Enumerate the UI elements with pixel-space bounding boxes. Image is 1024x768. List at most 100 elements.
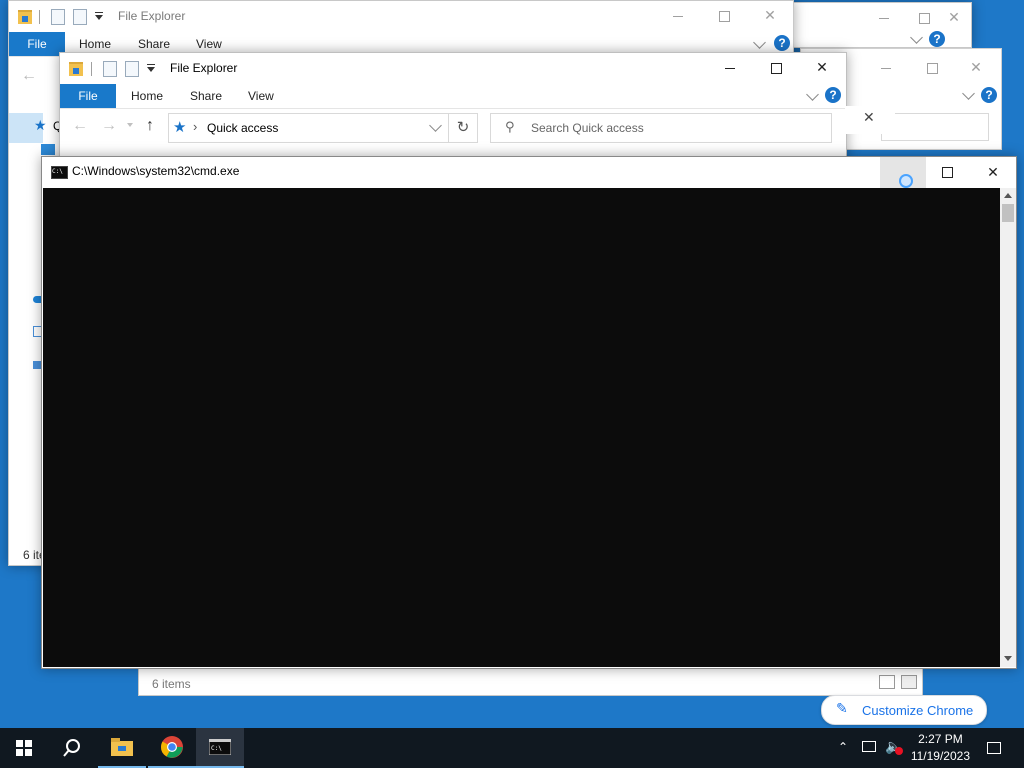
tab-file[interactable]: File [9,32,65,56]
chrome-icon [161,736,183,758]
chevron-down-icon[interactable] [910,31,923,44]
back-button[interactable]: ← [72,117,88,135]
console-text [43,188,1000,196]
desktop: { "explorer_back_right": { "title": "Fil… [0,0,1024,768]
search-box[interactable]: ⚲ Search Quick access [490,113,832,143]
up-button[interactable]: ↑ [146,117,154,135]
tab-share[interactable]: Share [188,84,224,108]
help-icon[interactable]: ? [774,35,790,51]
taskbar-file-explorer[interactable] [98,728,146,768]
breadcrumb-separator-icon: › [193,119,198,134]
chevron-down-icon[interactable] [806,88,819,101]
ribbon-tabs: ? [781,31,971,47]
help-icon[interactable]: ? [825,87,841,103]
file-explorer-icon [111,738,133,756]
file-explorer-window-back-right[interactable]: ? [780,2,972,48]
details-view-icon[interactable] [879,675,895,689]
pencil-icon: ✎ [836,700,848,716]
scroll-up-arrow-icon[interactable] [1004,193,1012,198]
refresh-icon: ↻ [456,119,470,136]
search-box[interactable] [881,113,989,141]
search-button[interactable] [48,728,96,768]
search-placeholder: Search Quick access [531,121,644,135]
taskbar-chrome[interactable] [148,728,196,768]
close-button[interactable] [953,53,999,83]
large-icons-view-icon[interactable] [901,675,917,689]
title-bar[interactable]: C:\ C:\Windows\system32\cmd.exe [42,157,1016,188]
window-title: C:\Windows\system32\cmd.exe [72,164,240,178]
close-icon[interactable]: ✕ [863,110,875,126]
close-button[interactable] [970,157,1016,188]
taskbar: C:\ ⌃ 🔈 2:27 PM 11/19/2023 [0,728,1024,768]
title-bar[interactable]: File Explorer [60,53,846,83]
scroll-down-arrow-icon[interactable] [1004,656,1012,661]
tab-file[interactable]: File [60,84,116,108]
quick-access-star-icon: ★ [34,117,47,133]
muted-badge-icon [895,747,903,755]
notifications-button[interactable] [974,728,1014,768]
ribbon-tabs: File Home Share View ? [60,84,846,109]
cmd-icon: C:\ [51,166,68,179]
quick-access-star-icon: ★ [173,119,187,136]
recent-locations-icon[interactable] [127,123,133,127]
title-bar[interactable]: File Explorer [9,1,793,31]
status-bar-text: 6 items [152,677,191,691]
search-icon: ⚲ [505,119,515,134]
minimize-button[interactable] [655,1,701,31]
tab-home[interactable]: Home [129,84,165,108]
address-bar[interactable]: ★ › Quick access [168,113,476,143]
folder-icon [18,10,32,24]
minimize-button[interactable] [707,53,753,83]
address-dropdown-icon[interactable] [429,119,442,132]
customize-chrome-button[interactable]: ✎ Customize Chrome [821,695,987,725]
cmd-icon: C:\ [209,739,231,755]
help-icon[interactable]: ? [929,31,945,47]
clock-date: 11/19/2023 [910,749,970,763]
maximize-button[interactable] [753,53,799,83]
separator [39,10,40,24]
window-title: File Explorer [118,9,186,23]
customize-toolbar-icon[interactable] [147,64,155,72]
console-area[interactable] [43,188,1000,667]
file-explorer-window-front[interactable]: File Explorer File Home Share View ? ← →… [59,52,847,162]
clock[interactable]: 2:27 PM 11/19/2023 [911,731,970,765]
cmd-window[interactable]: C:\ C:\Windows\system32\cmd.exe [41,156,1017,669]
show-hidden-icons-button[interactable]: ⌃ [838,740,848,754]
dialog-partial: ✕ [845,106,895,134]
folder-icon [69,62,83,76]
network-icon[interactable] [862,741,876,752]
clock-time: 2:27 PM [918,732,963,746]
minimize-button[interactable] [863,53,909,83]
desktop-folder-icon [41,144,55,155]
cursor-busy-icon [899,173,913,188]
breadcrumb[interactable]: Quick access [207,121,278,135]
maximize-button[interactable] [701,1,747,31]
taskbar-cmd[interactable]: C:\ [196,728,244,768]
customize-chrome-label: Customize Chrome [862,703,974,718]
close-button[interactable] [747,1,793,31]
refresh-button[interactable]: ↻ [448,113,478,143]
title-bar[interactable] [781,3,971,33]
scroll-thumb[interactable] [1002,204,1014,222]
maximize-button[interactable] [924,157,970,188]
forward-button[interactable]: → [101,117,117,135]
maximize-button[interactable] [909,53,955,83]
new-folder-icon[interactable] [73,9,87,25]
vertical-scrollbar[interactable] [1000,188,1016,667]
new-folder-icon[interactable] [125,61,139,77]
minimize-button[interactable] [880,157,926,188]
properties-icon[interactable] [51,9,65,25]
back-arrow-icon[interactable]: ← [21,67,37,85]
close-button[interactable] [931,3,977,33]
start-button[interactable] [0,728,48,768]
help-icon[interactable]: ? [981,87,997,103]
windows-logo-icon [16,740,32,756]
close-button[interactable] [799,53,845,83]
customize-toolbar-icon[interactable] [95,12,103,20]
window-title: File Explorer [170,61,238,75]
chevron-down-icon[interactable] [962,87,975,100]
tab-view[interactable]: View [246,84,276,108]
chevron-down-icon[interactable] [753,36,766,49]
properties-icon[interactable] [103,61,117,77]
notification-icon [987,742,1001,754]
